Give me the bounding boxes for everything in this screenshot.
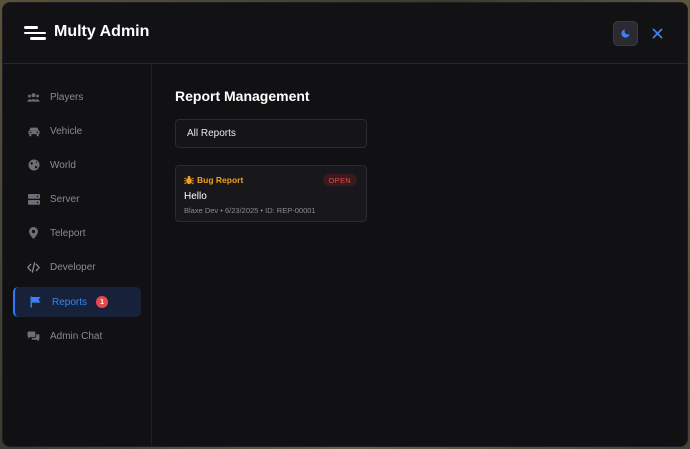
sidebar-item-teleport[interactable]: Teleport (13, 218, 141, 248)
sidebar-item-label: Reports (52, 296, 88, 308)
map-pin-icon (27, 227, 40, 240)
notification-badge: 1 (96, 296, 109, 308)
report-meta: Blaxe Dev • 6/23/2025 • ID: REP-00001 (184, 206, 316, 215)
sidebar-item-label: Vehicle (50, 125, 83, 137)
car-icon (27, 125, 40, 138)
sidebar-item-server[interactable]: Server (13, 184, 141, 214)
app-title: Multy Admin (54, 23, 150, 40)
menu-lines-icon (24, 26, 46, 40)
sidebar-item-reports[interactable]: Reports 1 (13, 287, 141, 317)
sidebar-item-admin-chat[interactable]: Admin Chat (13, 321, 141, 351)
server-icon (27, 193, 40, 206)
sidebar-item-label: Teleport (50, 227, 86, 239)
page-title: Report Management (175, 88, 310, 104)
header: Multy Admin (3, 3, 687, 64)
report-card[interactable]: Bug Report OPEN Hello Blaxe Dev • 6/23/2… (175, 165, 367, 222)
sidebar-item-label: Admin Chat (50, 330, 103, 342)
sidebar-item-label: Players (50, 91, 84, 103)
chat-icon (27, 330, 40, 343)
sidebar-item-developer[interactable]: Developer (13, 252, 141, 282)
sidebar-item-label: Developer (50, 261, 96, 273)
report-filter-select[interactable]: All Reports (175, 119, 367, 148)
close-icon (652, 28, 663, 39)
bug-icon (184, 175, 194, 185)
report-title: Hello (184, 191, 207, 202)
report-type: Bug Report (184, 175, 243, 185)
sidebar-item-label: Server (50, 193, 80, 205)
close-button[interactable] (645, 21, 670, 46)
users-icon (27, 91, 40, 104)
main-content: Report Management All Reports Bug Report… (153, 64, 687, 446)
code-icon (27, 261, 40, 274)
moon-icon (621, 29, 630, 38)
sidebar-item-vehicle[interactable]: Vehicle (13, 116, 141, 146)
sidebar: Players Vehicle World Server Teleport De… (3, 64, 152, 446)
flag-icon (29, 296, 42, 309)
sidebar-item-label: World (50, 159, 76, 171)
report-type-label: Bug Report (197, 175, 244, 185)
status-badge: OPEN (322, 174, 357, 186)
admin-window: Multy Admin Players Vehicle World Server… (2, 2, 688, 447)
theme-toggle-button[interactable] (613, 21, 638, 46)
sidebar-item-world[interactable]: World (13, 150, 141, 180)
sidebar-item-players[interactable]: Players (13, 82, 141, 112)
globe-icon (27, 159, 40, 172)
